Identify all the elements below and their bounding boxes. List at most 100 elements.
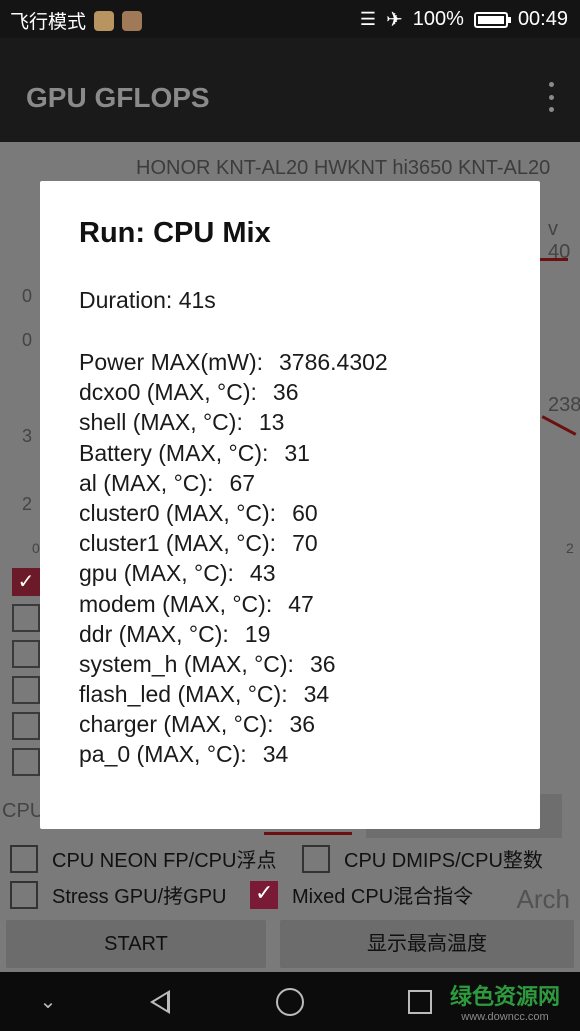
metric-value: 13	[258, 409, 285, 436]
metric-value: 70	[292, 530, 318, 557]
metric-value: 60	[292, 499, 318, 526]
metric-label: gpu (MAX, °C):	[79, 560, 234, 587]
status-left: 飞行模式	[10, 7, 143, 34]
option-cpu-neon-fp[interactable]: CPU NEON FP/CPU浮点	[10, 844, 276, 873]
bg-axis-label: 2	[22, 494, 33, 514]
bg-checkbox-checked[interactable]: ✓	[12, 568, 40, 596]
metric-label: system_h (MAX, °C):	[79, 650, 294, 677]
metrics-list: Power MAX(mW): 3786.4302 dcxo0 (MAX, °C):…	[79, 347, 388, 770]
metric-row: Battery (MAX, °C): 31	[79, 438, 388, 468]
chevron-down-icon[interactable]: ⌄	[30, 972, 66, 1031]
checkbox[interactable]	[10, 880, 38, 909]
battery-percent: 100%	[412, 8, 464, 30]
metric-label: Battery (MAX, °C):	[79, 439, 269, 466]
bg-fragment-right-mid: 238	[548, 394, 580, 416]
home-icon[interactable]	[270, 972, 310, 1031]
metric-row: charger (MAX, °C): 36	[79, 709, 388, 739]
bg-axis-label: 2	[566, 540, 574, 556]
metric-value: 43	[249, 560, 276, 587]
metric-label: charger (MAX, °C):	[79, 711, 274, 738]
option-label: Stress GPU/拷GPU	[52, 886, 227, 908]
metric-label: ddr (MAX, °C):	[79, 620, 229, 647]
bg-axis-label: 0	[22, 330, 33, 350]
metric-row: dcxo0 (MAX, °C): 36	[79, 377, 388, 407]
option-label: CPU DMIPS/CPU整数	[344, 850, 543, 872]
metric-value: 34	[262, 741, 289, 768]
metric-label: pa_0 (MAX, °C):	[79, 741, 247, 768]
back-icon[interactable]	[140, 972, 180, 1031]
bg-checkbox[interactable]	[12, 640, 40, 668]
battery-fill	[477, 15, 504, 24]
option-stress-gpu[interactable]: Stress GPU/拷GPU	[10, 880, 226, 909]
app-title: GPU GFLOPS	[26, 82, 210, 113]
metric-row: gpu (MAX, °C): 43	[79, 558, 388, 588]
checkbox-checked[interactable]	[250, 880, 278, 909]
metric-row: Power MAX(mW): 3786.4302	[79, 347, 388, 377]
overflow-menu-icon[interactable]	[546, 82, 556, 112]
metric-label: modem (MAX, °C):	[79, 590, 273, 617]
start-button[interactable]: START	[6, 920, 266, 968]
metric-label: cluster0 (MAX, °C):	[79, 499, 277, 526]
option-label: CPU NEON FP/CPU浮点	[52, 850, 277, 872]
metric-row: ddr (MAX, °C): 19	[79, 619, 388, 649]
bg-progress-fragment	[264, 832, 352, 835]
metric-row: al (MAX, °C): 67	[79, 468, 388, 498]
metric-label: shell (MAX, °C):	[79, 409, 243, 436]
watermark: 绿色资源网 www.downcc.com	[450, 979, 560, 1023]
bg-cpu-label: CPU	[2, 800, 45, 822]
option-cpu-dmips[interactable]: CPU DMIPS/CPU整数	[302, 844, 543, 873]
metric-row: flash_led (MAX, °C): 34	[79, 679, 388, 709]
duration-text: Duration: 41s	[79, 287, 216, 313]
watermark-main: 绿色资源网	[449, 984, 560, 1009]
metric-value: 47	[288, 590, 314, 617]
run-result-dialog: Run: CPU Mix Duration: 41s Power MAX(mW)…	[40, 181, 540, 829]
metric-value: 67	[229, 469, 256, 496]
checkbox[interactable]	[10, 844, 38, 873]
metric-value: 36	[289, 711, 316, 738]
watermark-sub: www.downcc.com	[461, 1011, 549, 1023]
metric-row: modem (MAX, °C): 47	[79, 589, 388, 619]
bg-axis-label: 0	[22, 286, 33, 306]
metric-value: 36	[272, 379, 299, 406]
metric-row: shell (MAX, °C): 13	[79, 407, 388, 437]
option-mixed-cpu[interactable]: Mixed CPU混合指令	[250, 880, 473, 909]
airplane-mode-label: 飞行模式	[10, 12, 87, 33]
bg-checkbox[interactable]	[12, 712, 40, 740]
metric-value: 3786.4302	[279, 349, 388, 375]
option-label: Mixed CPU混合指令	[292, 886, 474, 908]
battery-icon	[473, 11, 511, 28]
app-bar: GPU GFLOPS	[0, 38, 580, 142]
metric-value: 36	[309, 650, 336, 677]
notification-gallery-icon	[122, 10, 143, 31]
dialog-title: Run: CPU Mix	[79, 217, 271, 249]
device-info: HONOR KNT-AL20 HWKNT hi3650 KNT-AL20	[136, 157, 551, 179]
metric-value: 34	[303, 681, 330, 708]
bg-checkbox[interactable]	[12, 604, 40, 632]
notification-app-icon	[94, 10, 115, 31]
bg-axis-label: 3	[22, 426, 33, 446]
bg-checkbox[interactable]	[12, 676, 40, 704]
bg-axis-label: 0	[32, 540, 40, 556]
metric-row: cluster1 (MAX, °C): 70	[79, 528, 388, 558]
checkbox[interactable]	[302, 844, 330, 873]
clock: 00:49	[517, 8, 568, 30]
metric-label: al (MAX, °C):	[79, 469, 214, 496]
metric-row: cluster0 (MAX, °C): 60	[79, 498, 388, 528]
metric-label: flash_led (MAX, °C):	[79, 681, 288, 708]
show-max-temp-button[interactable]: 显示最高温度	[280, 920, 574, 968]
status-bar: 飞行模式 ☰ ✈ 100% 00:49	[0, 0, 580, 38]
metric-label: Power MAX(mW):	[79, 349, 263, 375]
chart-line-fragment	[541, 415, 577, 436]
metric-row: system_h (MAX, °C): 36	[79, 649, 388, 679]
vibrate-icon: ☰	[359, 9, 377, 29]
metric-label: dcxo0 (MAX, °C):	[79, 379, 257, 406]
airplane-icon: ✈	[386, 9, 403, 31]
metric-label: cluster1 (MAX, °C):	[79, 530, 277, 557]
metric-value: 19	[244, 620, 271, 647]
chart-line-fragment	[540, 258, 568, 261]
status-right: ☰ ✈ 100% 00:49	[360, 7, 568, 32]
bg-checkbox[interactable]	[12, 748, 40, 776]
arch-label: Arch	[516, 884, 570, 914]
recent-apps-icon[interactable]	[400, 972, 440, 1031]
metric-value: 31	[284, 439, 310, 466]
